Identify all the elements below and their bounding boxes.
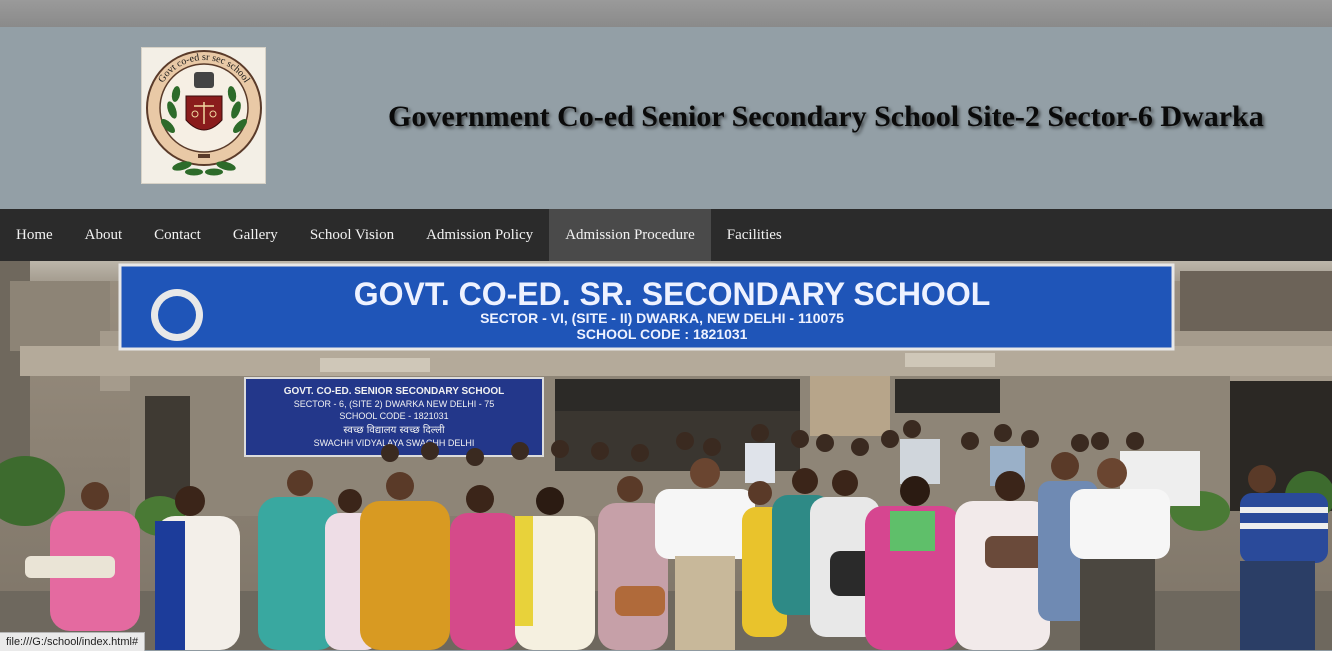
school-logo[interactable]: Govt co-ed sr sec school (141, 47, 266, 184)
nav-school-vision[interactable]: School Vision (294, 209, 410, 261)
school-emblem-icon: Govt co-ed sr sec school (146, 50, 262, 176)
nav-admission-policy[interactable]: Admission Policy (410, 209, 549, 261)
top-strip (0, 0, 1332, 27)
svg-text:स्वच्छ विद्यालय स्वच्छ दिल्ली: स्वच्छ विद्यालय स्वच्छ दिल्ली (343, 424, 445, 436)
nav-admission-procedure[interactable]: Admission Procedure (549, 209, 711, 261)
nav-home[interactable]: Home (0, 209, 69, 261)
svg-text:SCHOOL CODE : 1821031: SCHOOL CODE : 1821031 (577, 326, 748, 342)
site-title: Government Co-ed Senior Secondary School… (388, 100, 1264, 133)
svg-text:GOVT. CO-ED. SR. SECONDARY SCH: GOVT. CO-ED. SR. SECONDARY SCHOOL (354, 276, 991, 312)
nav-contact[interactable]: Contact (138, 209, 217, 261)
main-nav: Home About Contact Gallery School Vision… (0, 209, 1332, 261)
nav-facilities[interactable]: Facilities (711, 209, 798, 261)
svg-text:SCHOOL CODE - 1821031: SCHOOL CODE - 1821031 (339, 411, 448, 421)
svg-text:GOVT. CO-ED. SENIOR SECONDARY: GOVT. CO-ED. SENIOR SECONDARY SCHOOL (284, 386, 505, 397)
nav-about[interactable]: About (69, 209, 139, 261)
hero-photo: GOVT. CO-ED. SR. SECONDARY SCHOOL SECTOR… (0, 261, 1332, 650)
svg-text:SECTOR - VI, (SITE - II) DWARK: SECTOR - VI, (SITE - II) DWARKA, NEW DEL… (480, 310, 844, 326)
nav-gallery[interactable]: Gallery (217, 209, 294, 261)
browser-status-url: file:///G:/school/index.html# (0, 632, 146, 651)
school-group-photo: GOVT. CO-ED. SR. SECONDARY SCHOOL SECTOR… (0, 261, 1332, 650)
svg-text:SECTOR - 6, (SITE 2) DWARKA NE: SECTOR - 6, (SITE 2) DWARKA NEW DELHI - … (294, 399, 495, 409)
